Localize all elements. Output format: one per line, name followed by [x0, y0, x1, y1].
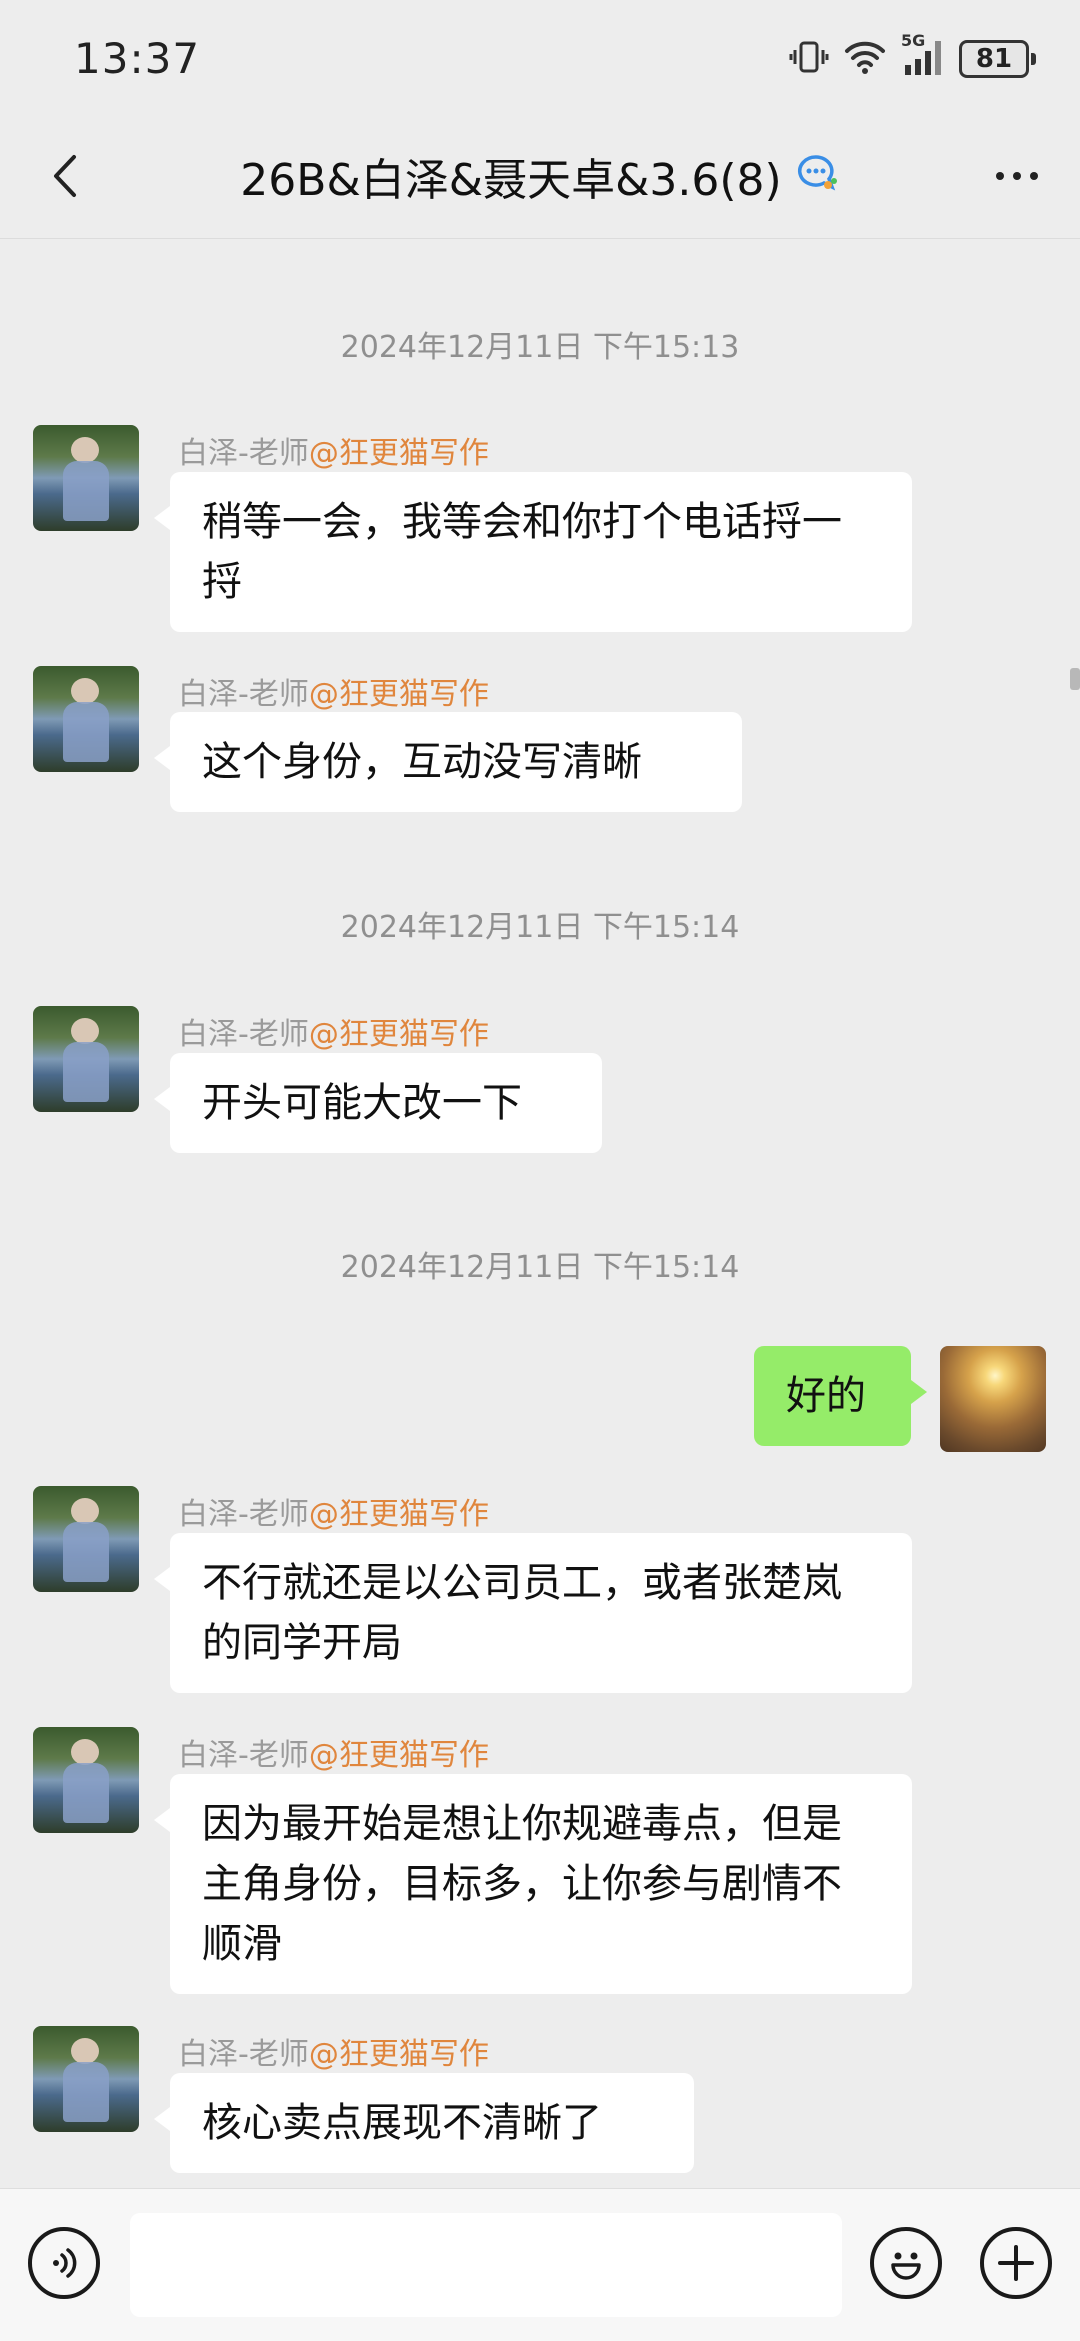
- mention: @狂更猫写作: [308, 677, 489, 712]
- mention: @狂更猫写作: [308, 1497, 489, 1532]
- avatar[interactable]: [33, 425, 139, 531]
- sender-name: 白泽-老师@狂更猫写作: [178, 1497, 489, 1532]
- avatar[interactable]: [33, 666, 139, 772]
- timestamp: 2024年12月11日 下午15:14: [340, 1250, 740, 1285]
- battery-level: 81: [959, 40, 1029, 78]
- message-bubble[interactable]: 核心卖点展现不清晰了: [154, 2073, 694, 2173]
- group-chat-icon: [794, 151, 840, 201]
- voice-icon[interactable]: [28, 2227, 100, 2299]
- message-bubble[interactable]: 稍等一会，我等会和你打个电话捋一捋: [154, 472, 912, 632]
- status-icons: 5G 81: [789, 31, 1036, 84]
- message-bubble[interactable]: 不行就还是以公司员工，或者张楚岚的同学开局: [154, 1533, 912, 1693]
- chat-header: 26B&白泽&聂天卓&3.6(8): [0, 120, 1080, 239]
- message-bubble[interactable]: 这个身份，互动没写清晰: [154, 712, 742, 812]
- my-avatar[interactable]: [940, 1346, 1046, 1452]
- avatar[interactable]: [33, 1727, 139, 1833]
- status-time: 13:37: [74, 34, 201, 83]
- chat-title: 26B&白泽&聂天卓&3.6(8): [240, 155, 782, 206]
- title-area[interactable]: 26B&白泽&聂天卓&3.6(8): [0, 144, 1080, 208]
- timestamp: 2024年12月11日 下午15:14: [340, 910, 740, 945]
- input-bar: [0, 2188, 1080, 2341]
- sender-name: 白泽-老师@狂更猫写作: [178, 677, 489, 712]
- sender-name: 白泽-老师@狂更猫写作: [178, 1017, 489, 1052]
- mention: @狂更猫写作: [308, 436, 489, 471]
- message-bubble[interactable]: 开头可能大改一下: [154, 1053, 602, 1153]
- mention: @狂更猫写作: [308, 1738, 489, 1773]
- wifi-icon: [843, 37, 887, 81]
- emoji-icon[interactable]: [870, 2227, 942, 2299]
- network-type: 5G: [901, 31, 945, 82]
- status-bar: 13:37 5G 81: [0, 0, 1080, 120]
- more-icon[interactable]: [982, 146, 1052, 206]
- message-bubble[interactable]: 因为最开始是想让你规避毒点，但是主角身份，目标多，让你参与剧情不顺滑: [154, 1774, 912, 1994]
- plus-icon[interactable]: [980, 2227, 1052, 2299]
- message-input[interactable]: [130, 2213, 842, 2317]
- avatar[interactable]: [33, 1006, 139, 1112]
- sender-name: 白泽-老师@狂更猫写作: [178, 1738, 489, 1773]
- sender-name: 白泽-老师@狂更猫写作: [178, 436, 489, 471]
- battery-icon: 81: [959, 40, 1036, 78]
- scrollbar[interactable]: [1070, 668, 1080, 690]
- avatar[interactable]: [33, 2026, 139, 2132]
- message-bubble-outgoing[interactable]: 好的: [754, 1346, 927, 1446]
- avatar[interactable]: [33, 1486, 139, 1592]
- timestamp: 2024年12月11日 下午15:13: [340, 330, 740, 365]
- mention: @狂更猫写作: [308, 1017, 489, 1052]
- sender-name: 白泽-老师@狂更猫写作: [178, 2037, 489, 2072]
- vibrate-icon: [789, 37, 829, 81]
- mention: @狂更猫写作: [308, 2037, 489, 2072]
